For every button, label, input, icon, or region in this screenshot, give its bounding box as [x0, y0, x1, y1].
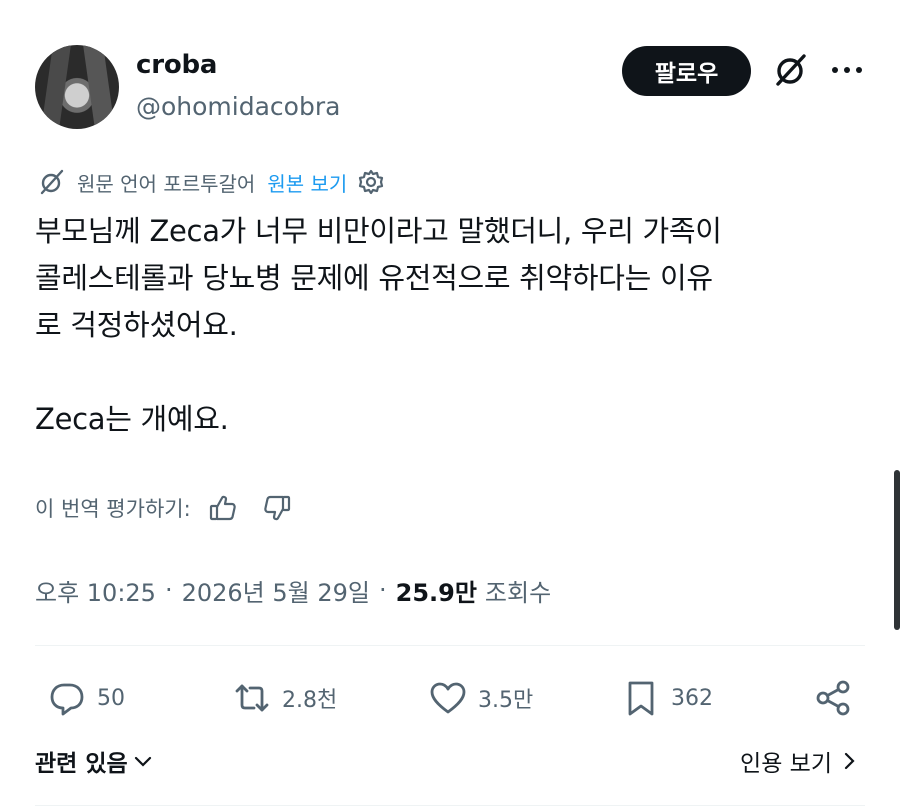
related-label: 관련 있음 — [35, 751, 128, 777]
translation-notice-text: 원문 언어 포르투갈어 — [77, 171, 256, 196]
rate-translation-label: 이 번역 평가하기: — [35, 497, 191, 521]
quotes-label: 인용 보기 — [740, 751, 832, 777]
follow-button[interactable]: 팔로우 — [622, 46, 751, 96]
repost-icon — [235, 684, 269, 712]
tweet-date[interactable]: 2026년 5월 29일 — [182, 573, 370, 608]
translation-notice: 원문 언어 포르투갈어 원본 보기 — [37, 166, 385, 198]
thumbs-up-icon[interactable] — [207, 492, 239, 524]
divider — [35, 805, 865, 806]
gear-icon[interactable] — [357, 168, 385, 196]
author-display-name[interactable]: croba — [136, 50, 217, 80]
grok-icon[interactable] — [771, 50, 811, 90]
more-icon[interactable] — [830, 58, 864, 82]
grok-translate-icon — [40, 169, 64, 195]
repost-count: 2.8천 — [282, 688, 338, 713]
divider — [35, 645, 865, 646]
view-quotes-link[interactable]: 인용 보기 — [740, 744, 860, 778]
meta-separator: · — [378, 576, 387, 604]
avatar[interactable] — [35, 45, 119, 129]
chevron-right-icon — [844, 752, 855, 770]
views-count[interactable]: 25.9만 — [396, 573, 477, 608]
share-button[interactable] — [813, 672, 863, 724]
action-bar: 50 2.8천 3.5만 362 — [35, 672, 865, 724]
rate-translation: 이 번역 평가하기: — [35, 490, 293, 526]
thumbs-down-icon[interactable] — [261, 492, 293, 524]
tweet-text: 부모님께 Zeca가 너무 비만이라고 말했더니, 우리 가족이 콜레스테롤과 … — [35, 214, 722, 436]
bookmark-button[interactable]: 362 — [621, 672, 713, 724]
meta-separator: · — [164, 576, 173, 604]
like-count: 3.5만 — [478, 688, 534, 713]
heart-icon — [430, 682, 466, 714]
reply-count: 50 — [97, 685, 125, 711]
scrollbar[interactable] — [894, 470, 900, 630]
chevron-down-icon — [134, 756, 151, 767]
reply-button[interactable]: 50 — [47, 672, 125, 724]
like-button[interactable]: 3.5만 — [428, 672, 533, 724]
show-original-link[interactable]: 원본 보기 — [267, 168, 347, 197]
tweet-time[interactable]: 오후 10:25 — [35, 573, 156, 608]
repost-button[interactable]: 2.8천 — [232, 672, 337, 724]
reply-icon — [50, 683, 84, 716]
related-dropdown[interactable]: 관련 있음 — [35, 744, 156, 778]
tweet-meta: 오후 10:25 · 2026년 5월 29일 · 25.9만 조회수 — [35, 572, 551, 608]
views-label: 조회수 — [484, 578, 552, 607]
bookmark-icon — [628, 681, 654, 716]
share-icon — [816, 680, 850, 716]
author-handle[interactable]: @ohomidacobra — [136, 92, 340, 121]
bookmark-count: 362 — [671, 685, 713, 711]
